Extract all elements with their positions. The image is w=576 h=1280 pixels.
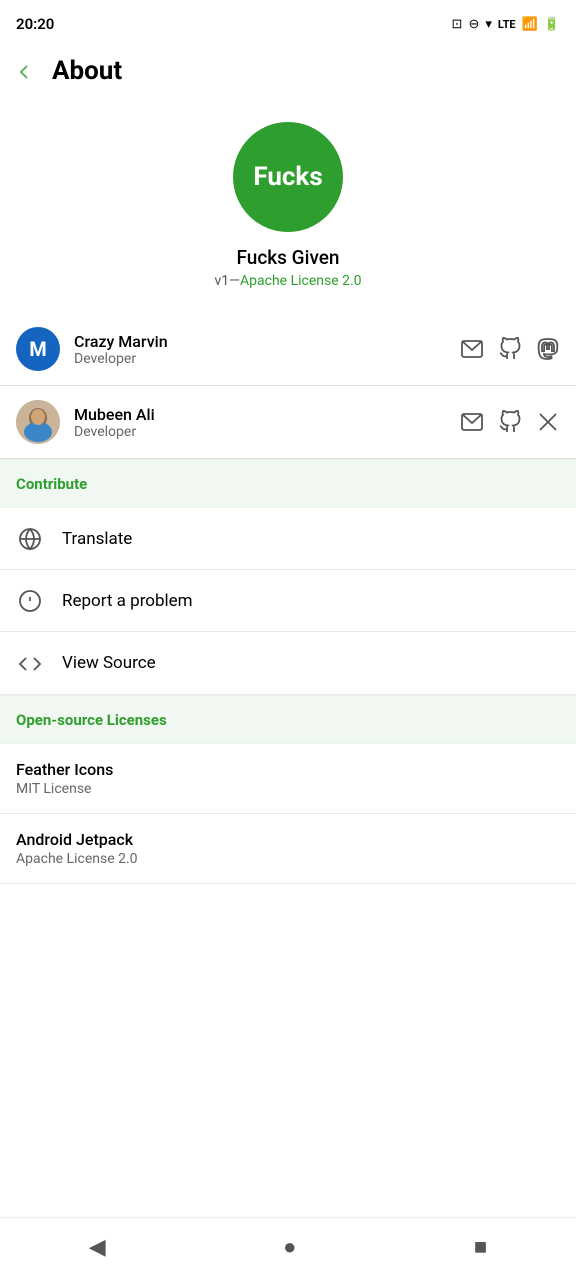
dev-name-crazy-marvin: Crazy Marvin (74, 332, 460, 351)
license-name-feather: Feather Icons (16, 760, 560, 779)
app-logo-circle: Fucks (233, 122, 343, 232)
status-bar: 20:20 ⊡ ⊖ ▾ LTE 📶 🔋 (0, 0, 576, 48)
dev-icons-mubeen-ali (460, 410, 560, 434)
developer-row-mubeen-ali: Mubeen Ali Developer (0, 386, 576, 459)
battery-icon: 🔋 (544, 17, 560, 32)
app-name: Fucks Given (237, 246, 340, 269)
dev-info-mubeen-ali: Mubeen Ali Developer (74, 405, 460, 440)
license-type-jetpack: Apache License 2.0 (16, 851, 560, 867)
github-icon-crazy-marvin[interactable] (498, 337, 522, 361)
avatar-crazy-marvin: M (16, 327, 60, 371)
status-time: 20:20 (16, 15, 54, 33)
code-icon (16, 650, 44, 675)
twitter-x-icon-mubeen-ali[interactable] (536, 410, 560, 434)
dev-name-mubeen-ali: Mubeen Ali (74, 405, 460, 424)
app-logo-section: Fucks Fucks Given v1—Apache License 2.0 (0, 102, 576, 313)
status-icons: ⊡ ⊖ ▾ LTE 📶 🔋 (452, 17, 560, 32)
wifi-icon: ▾ (485, 17, 492, 32)
license-name-jetpack: Android Jetpack (16, 830, 560, 849)
view-source-row[interactable]: View Source (0, 632, 576, 694)
github-icon-mubeen-ali[interactable] (498, 410, 522, 434)
nav-back-button[interactable]: ◀ (89, 1235, 106, 1260)
top-bar: About (0, 48, 576, 102)
nav-recents-button[interactable]: ■ (474, 1234, 487, 1260)
contribute-section-header: Contribute (0, 459, 576, 508)
app-logo-text: Fucks (253, 162, 322, 192)
contribute-header-text: Contribute (16, 475, 87, 493)
lte-icon: LTE (498, 18, 516, 31)
mastodon-icon-crazy-marvin[interactable] (536, 337, 560, 361)
nav-home-button[interactable]: ● (283, 1234, 296, 1260)
email-icon-crazy-marvin[interactable] (460, 337, 484, 361)
view-source-label: View Source (62, 653, 156, 673)
back-button[interactable] (12, 58, 36, 84)
dev-role-mubeen-ali: Developer (74, 424, 460, 440)
report-problem-label: Report a problem (62, 591, 193, 611)
square-icon: ⊡ (452, 17, 463, 32)
signal-icon: 📶 (522, 17, 538, 32)
app-license-link[interactable]: Apache License 2.0 (240, 273, 362, 289)
translate-label: Translate (62, 529, 132, 549)
report-problem-row[interactable]: Report a problem (0, 570, 576, 632)
minus-circle-icon: ⊖ (468, 17, 479, 32)
dev-role-crazy-marvin: Developer (74, 351, 460, 367)
licenses-header-text: Open-source Licenses (16, 711, 167, 729)
dev-info-crazy-marvin: Crazy Marvin Developer (74, 332, 460, 367)
license-type-feather: MIT License (16, 781, 560, 797)
licenses-section-header: Open-source Licenses (0, 695, 576, 744)
license-row-feather[interactable]: Feather Icons MIT License (0, 744, 576, 814)
app-version-line: v1—Apache License 2.0 (214, 273, 361, 289)
navigation-bar: ◀ ● ■ (0, 1217, 576, 1280)
developer-row-crazy-marvin: M Crazy Marvin Developer (0, 313, 576, 386)
page-title: About (52, 56, 122, 86)
app-version: v1 (214, 273, 229, 289)
dev-icons-crazy-marvin (460, 337, 560, 361)
license-row-jetpack[interactable]: Android Jetpack Apache License 2.0 (0, 814, 576, 884)
translate-row[interactable]: Translate (0, 508, 576, 570)
globe-icon (16, 526, 44, 551)
alert-circle-icon (16, 588, 44, 613)
avatar-mubeen-ali (16, 400, 60, 444)
email-icon-mubeen-ali[interactable] (460, 410, 484, 434)
